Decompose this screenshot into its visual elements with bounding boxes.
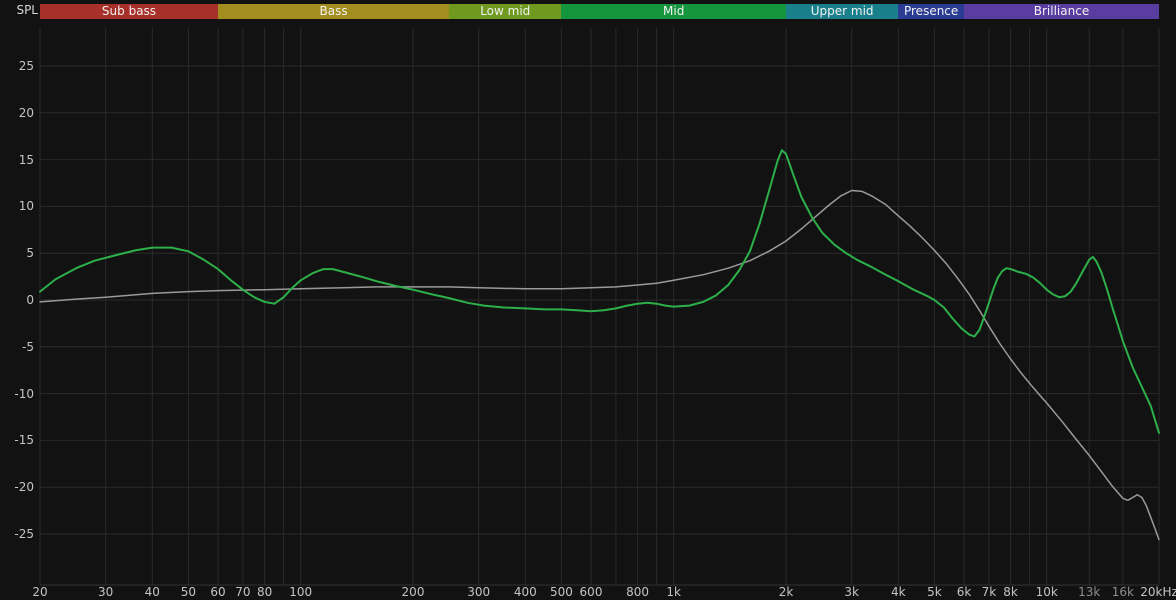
y-tick-label: -25 (14, 527, 34, 541)
x-tick-label: 4k (891, 585, 906, 599)
x-tick-label: 400 (513, 585, 537, 599)
y-tick-label: -5 (22, 339, 34, 354)
y-tick-label: 20 (18, 105, 34, 120)
x-tick-label: 2k (778, 585, 794, 599)
y-tick-label: 25 (18, 59, 34, 73)
x-tick-label: 8k (1003, 585, 1018, 599)
x-tick-label: 800 (626, 585, 650, 599)
x-tick-label: 1k (666, 585, 681, 599)
x-tick-label: 3k (844, 585, 859, 599)
y-tick-label: 0 (26, 293, 34, 307)
y-tick-label: -10 (14, 386, 34, 401)
x-tick-label: 60 (210, 585, 226, 599)
x-tick-label: 200 (401, 585, 425, 599)
y-tick-label: 10 (18, 199, 34, 214)
y-tick-label: 5 (26, 246, 34, 261)
x-tick-label: 20 (32, 585, 48, 599)
x-tick-label: 16k (1111, 585, 1134, 599)
x-tick-label: 5k (927, 585, 942, 599)
x-tick-label: 600 (579, 585, 603, 599)
plot-area (39, 28, 1160, 586)
x-tick-label: 10k (1035, 585, 1058, 599)
y-tick-label: 15 (18, 152, 34, 167)
y-tick-label: -20 (14, 480, 34, 495)
x-tick-label: 20kHz (1140, 585, 1176, 599)
x-tick-label: 500 (549, 585, 573, 599)
x-tick-label: 6k (956, 585, 972, 599)
frequency-response-chart: SPL Sub bass Bass Low mid Mid Upper mid Prese… (0, 0, 1176, 600)
x-tick-label: 7k (981, 585, 997, 599)
x-tick-label: 30 (98, 585, 114, 599)
x-tick-label: 100 (289, 585, 313, 599)
x-tick-label: 300 (467, 585, 491, 599)
y-tick-label: -15 (14, 433, 34, 448)
x-tick-label: 13k (1078, 585, 1101, 599)
x-tick-label: 80 (256, 585, 273, 599)
x-tick-label: 50 (180, 585, 197, 599)
x-tick-label: 70 (235, 585, 251, 599)
x-tick-label: 40 (144, 585, 160, 599)
